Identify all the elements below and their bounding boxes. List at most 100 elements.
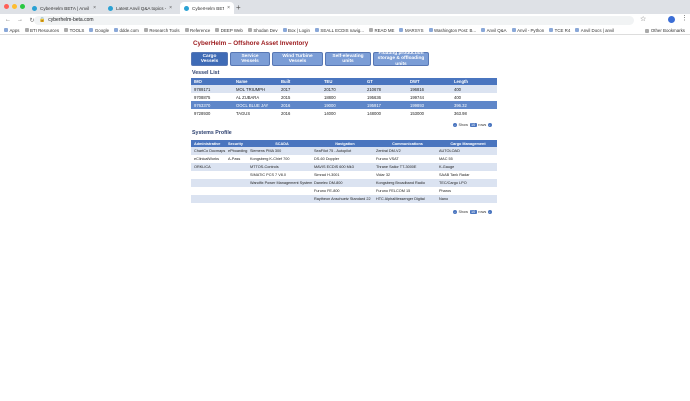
close-tab-icon[interactable]: × — [93, 5, 96, 11]
bookmark-item[interactable]: TCE R4 — [549, 28, 570, 33]
tab-title: CyberHelm BETA | Anvil — [40, 5, 90, 11]
tab-title: CyberHelm BETA — [192, 5, 224, 11]
table-row[interactable]: Raytheon Anschuetz Standard 22 HTC Alpha… — [191, 195, 497, 203]
table-row[interactable]: SIMATIC PCS 7 V8.0 Simrad H-3001 Vidar 3… — [191, 171, 497, 179]
google-icon — [89, 28, 94, 32]
site-icon — [549, 28, 554, 32]
bookmark-item[interactable]: BTI Resources — [24, 28, 59, 33]
bookmark-item[interactable]: Anvil Docs | anvil — [575, 28, 614, 33]
table-cell: TAGUS — [236, 110, 251, 116]
next-page-icon[interactable]: › — [487, 210, 492, 214]
bookmark-item[interactable]: Washington Post: B... — [428, 28, 476, 33]
column-header[interactable]: Length — [454, 79, 497, 84]
column-header[interactable]: Security — [228, 142, 250, 146]
table-cell: HTC AlphaMessenger Digital — [376, 197, 425, 201]
site-icon — [314, 28, 319, 32]
table-row[interactable]: Furuno FE-800 Furuno FELCOM 15 Pharos — [191, 187, 497, 195]
column-header[interactable]: Administrative — [191, 142, 228, 146]
site-icon — [399, 28, 404, 32]
bookmark-item[interactable]: MARSYS — [399, 28, 424, 33]
bookmark-item[interactable]: Anvil - Python — [511, 28, 544, 33]
folder-icon — [64, 28, 69, 32]
table-cell: 19000 — [324, 102, 336, 108]
table-cell: 400 — [454, 86, 461, 92]
column-header[interactable]: Built — [281, 79, 324, 84]
close-tab-icon[interactable]: × — [169, 5, 172, 11]
table-cell: 2016 — [281, 110, 291, 116]
bookmark-item[interactable]: READ ME — [368, 28, 394, 33]
table-cell: SIMATIC PCS 7 V8.0 — [250, 173, 287, 177]
table-cell: 2016 — [281, 102, 291, 108]
previous-page-icon[interactable]: ‹ — [453, 210, 457, 214]
table-cell: 196816 — [410, 86, 424, 92]
table-cell: MOL TRIUMPH — [236, 86, 266, 92]
column-header[interactable]: GT — [367, 79, 410, 84]
apps-grid-icon — [4, 28, 8, 32]
pager-suffix: rows — [478, 210, 487, 214]
table-cell: Simrad H-3001 — [314, 173, 340, 177]
column-header[interactable]: TEU — [324, 79, 367, 84]
browser-menu-icon[interactable]: ⋮ — [681, 14, 688, 22]
browser-tab[interactable]: CyberHelm BETA | Anvil × — [28, 2, 100, 14]
new-tab-icon[interactable]: + — [236, 3, 241, 12]
bookmark-apps[interactable]: Apps — [4, 28, 20, 33]
table-cell: 9728930 — [194, 110, 211, 116]
column-header[interactable]: Name — [236, 79, 281, 84]
bookmark-item[interactable]: Shodan Dev — [247, 28, 278, 33]
table-cell: Wandfix Power Management System — [250, 181, 313, 185]
wind-turbine-vessels-button[interactable]: Wind Turbine Vessels — [272, 52, 323, 66]
column-header[interactable]: Navigation — [314, 142, 376, 146]
browser-tab[interactable]: Latest Anvil Q&A topics - Anvil × — [104, 2, 176, 14]
column-header[interactable]: Communications — [376, 142, 439, 146]
bookmark-item[interactable]: Box | Login — [282, 28, 310, 33]
anvil-favicon-icon — [184, 5, 189, 11]
service-vessels-button[interactable]: Service Vessels — [230, 52, 270, 66]
bookmark-item[interactable]: ddde.com — [114, 28, 139, 33]
vessel-table: IMO Name Built TEU GT DWT Length 9789171… — [191, 78, 497, 117]
bookmark-item[interactable]: SEALL ECDIS navig... — [314, 28, 364, 33]
table-cell: 9708875 — [194, 94, 211, 100]
table-row[interactable]: Wandfix Power Management System Danelec … — [191, 179, 497, 187]
column-header[interactable]: IMO — [191, 79, 236, 84]
url-field[interactable]: 🔒 cyberhelm-beta.com — [34, 15, 634, 25]
browser-tab-active[interactable]: CyberHelm BETA × — [180, 2, 234, 14]
table-row[interactable]: 9728930 TAGUS 2016 14000 148000 153000 3… — [191, 109, 497, 117]
bookmark-item[interactable]: Research Tools — [143, 28, 180, 33]
table-cell: Raytheon Anschuetz Standard 22 — [314, 197, 371, 201]
column-header[interactable]: Cargo Management — [439, 142, 497, 146]
table-cell: MTTOS-Controls — [250, 165, 279, 169]
column-header[interactable]: DWT — [410, 79, 454, 84]
rows-per-page-select[interactable]: 10 — [469, 123, 477, 127]
close-tab-icon[interactable]: × — [227, 5, 230, 11]
table-row[interactable]: 9708875 AL ZUBARA 2015 18800 195636 1997… — [191, 93, 497, 101]
bookmark-item[interactable]: DEEP Web — [215, 28, 243, 33]
close-window-icon[interactable] — [4, 4, 9, 9]
minimize-window-icon[interactable] — [12, 4, 17, 9]
bookmark-item[interactable]: Google — [89, 28, 109, 33]
bookmark-item[interactable]: TOOLS — [64, 28, 84, 33]
table-row[interactable]: 9789171 MOL TRIUMPH 2017 20170 210678 19… — [191, 85, 497, 93]
bookmarks-bar: Apps BTI Resources TOOLS Google ddde.com… — [0, 26, 690, 35]
back-icon[interactable]: ← — [4, 17, 12, 23]
wapo-icon — [428, 28, 433, 32]
forward-icon[interactable]: → — [16, 17, 24, 23]
maximize-window-icon[interactable] — [20, 4, 25, 9]
table-row[interactable]: ORKLICA MTTOS-Controls MAVIS ECDIS 600 M… — [191, 163, 497, 171]
window-controls[interactable] — [4, 4, 25, 9]
bookmark-star-icon[interactable]: ☆ — [640, 15, 646, 23]
previous-page-icon[interactable]: ‹ — [453, 123, 457, 127]
fpso-units-button[interactable]: Floating production storage & offloading… — [373, 51, 429, 67]
profile-avatar[interactable] — [668, 16, 675, 23]
table-row[interactable]: ChartCo Docmaps ePboarding Siemens PMA 3… — [191, 147, 497, 155]
self-elevating-units-button[interactable]: Self-elevating units — [325, 52, 371, 66]
bookmark-item[interactable]: Reference — [184, 28, 210, 33]
next-page-icon[interactable]: › — [487, 123, 492, 127]
table-row-selected[interactable]: 9763370 OOCL BLUE JAY 2016 19000 195917 … — [191, 101, 497, 109]
other-bookmarks[interactable]: Other Bookmarks — [643, 28, 685, 33]
cargo-vessels-button[interactable]: Cargo Vessels — [191, 52, 228, 66]
page-title: CyberHelm – Offshore Asset Inventory — [193, 40, 309, 47]
column-header[interactable]: SCADA — [250, 142, 314, 146]
bookmark-item[interactable]: Anvil Q&A — [481, 28, 507, 33]
table-row[interactable]: eClinicalWorks A-Pass Kongsberg K-Chief … — [191, 155, 497, 163]
rows-per-page-select[interactable]: 10 — [469, 210, 477, 214]
